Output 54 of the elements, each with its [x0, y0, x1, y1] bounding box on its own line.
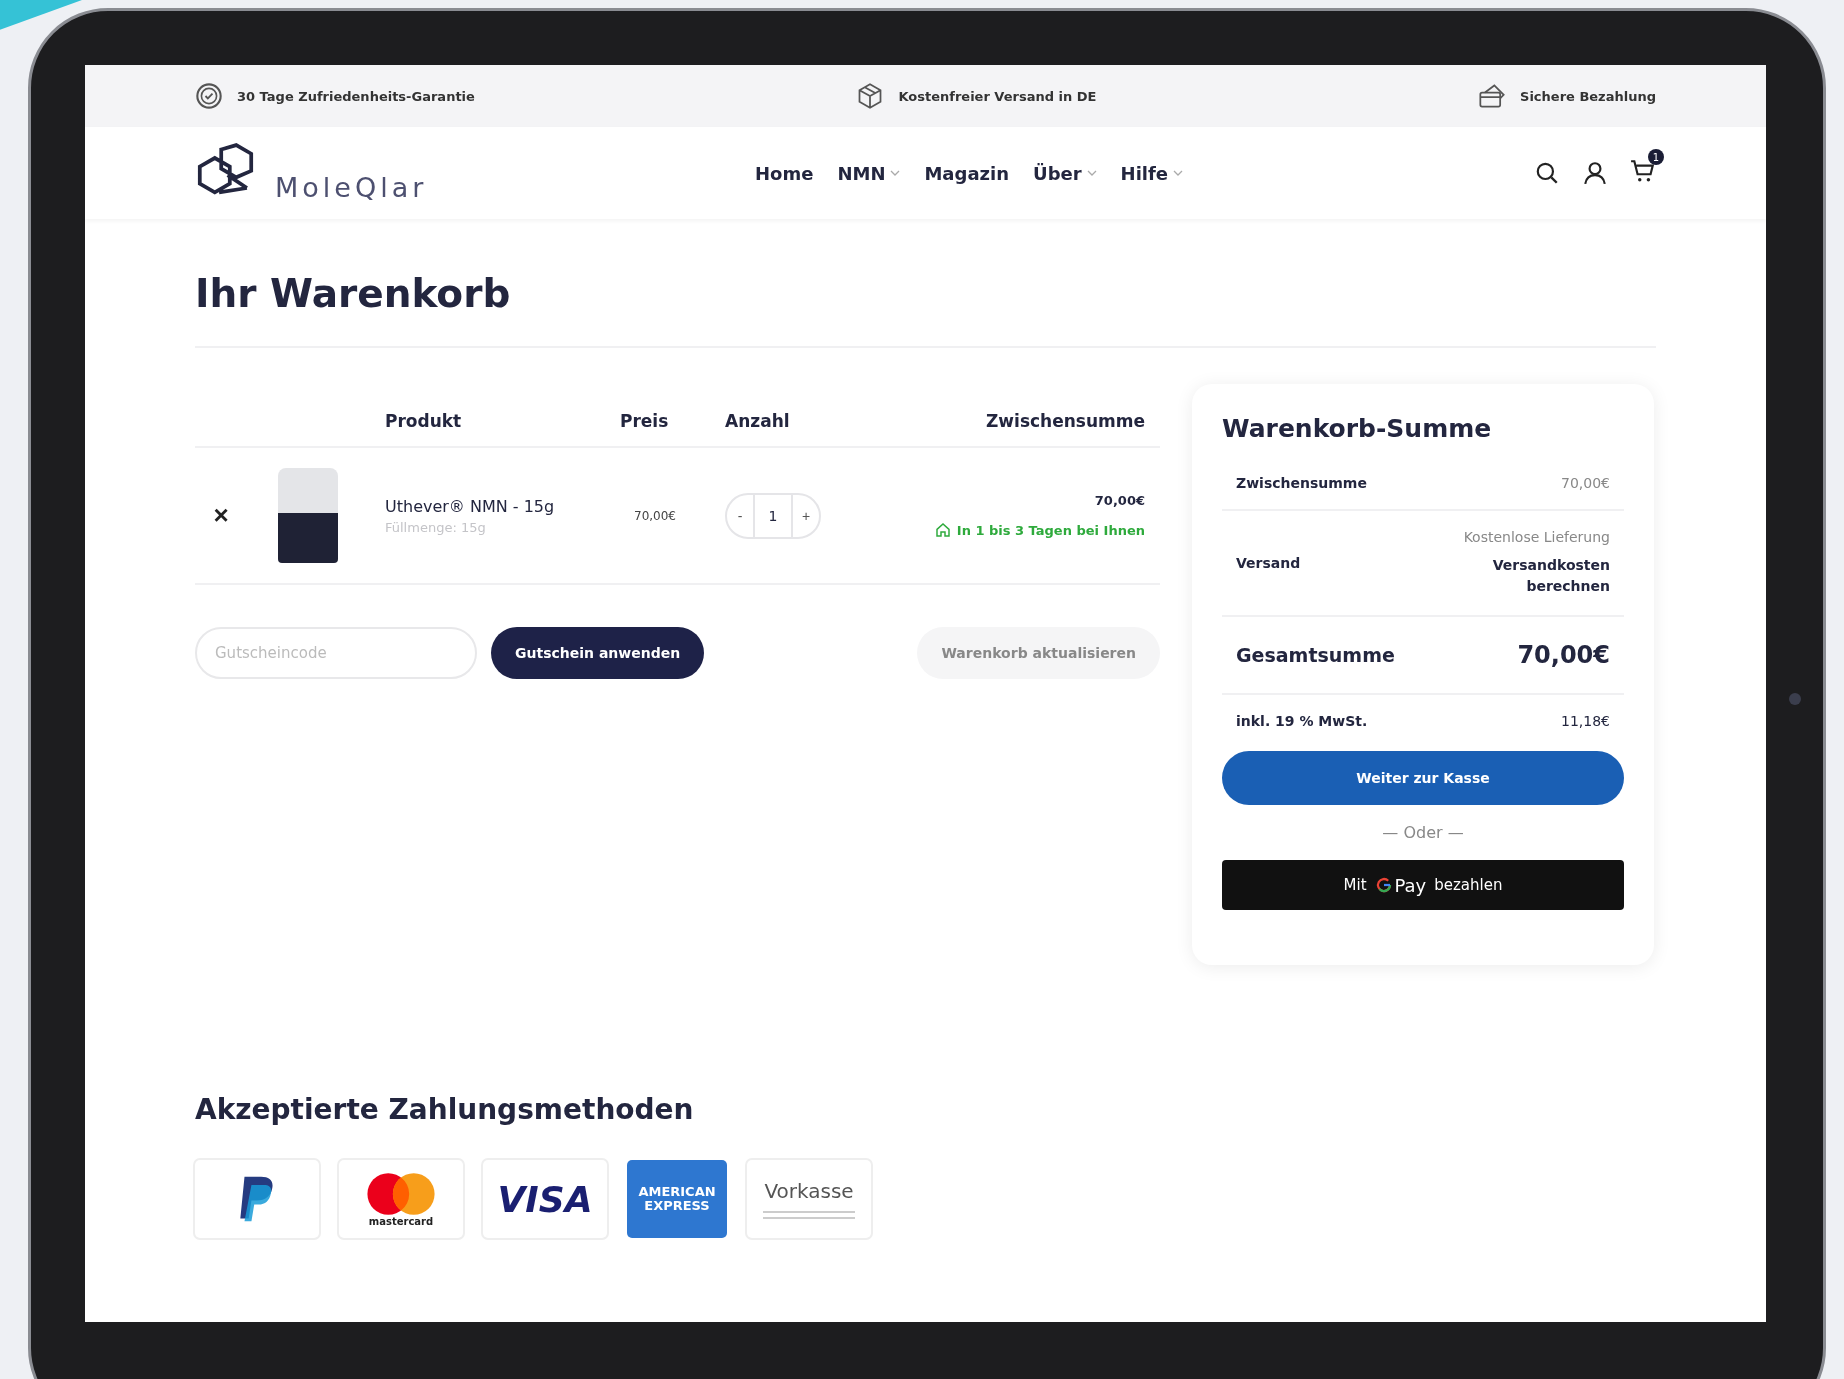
nav-link[interactable]: NMN [837, 162, 901, 184]
quantity-stepper[interactable]: - 1 + [725, 492, 821, 539]
info-text: Sichere Bezahlung [1520, 88, 1656, 104]
camera-dot [1789, 693, 1801, 705]
payment-method-text: Vorkasse [764, 1179, 854, 1203]
shipping-calculator-link[interactable]: Versandkosten berechnen [1480, 555, 1610, 597]
page-title: Ihr Warenkorb [195, 219, 1656, 348]
shipping-label: Versand [1236, 555, 1301, 571]
delivery-time: In 1 bis 3 Tagen bei Ihnen [956, 522, 1145, 538]
card-brand-text: AMERICAN EXPRESS [637, 1185, 717, 1213]
coupon-field[interactable]: Gutscheincode [195, 627, 477, 679]
nav-link[interactable]: Home [755, 162, 814, 184]
nav-link[interactable]: Magazin [924, 162, 1009, 184]
home-icon [934, 522, 951, 538]
product-name[interactable]: Uthever® NMN - 15g [385, 496, 620, 516]
product-variant: Füllmenge: 15g [385, 519, 487, 535]
total-label: Gesamtsumme [1236, 644, 1395, 666]
nav-link[interactable]: Hilfe [1120, 162, 1184, 184]
remove-button[interactable]: × [209, 500, 233, 531]
user-icon[interactable] [1582, 160, 1608, 186]
info-text: Kostenfreier Versand in DE [898, 88, 1097, 104]
column-header: Produkt [385, 411, 463, 431]
cart-count-badge: 1 [1648, 149, 1664, 165]
subtotal-value: 70,00€ [1561, 475, 1610, 491]
brand-logo-text[interactable]: MoleQlar [275, 172, 428, 203]
cart-icon[interactable] [1630, 158, 1656, 184]
search-icon[interactable] [1534, 160, 1560, 186]
or-divider-text: — Oder — [1382, 823, 1464, 842]
subtotal-label: Zwischensumme [1236, 475, 1367, 491]
column-header: Anzahl [725, 411, 791, 431]
google-pay-button[interactable]: Mit Pay bezahlen [1222, 860, 1624, 910]
row-subtotal: 70,00€ [1094, 493, 1145, 508]
summary-title: Warenkorb-Summe [1222, 414, 1493, 443]
increase-button[interactable]: + [793, 494, 819, 537]
card-brand-text: mastercard [368, 1215, 434, 1227]
check-badge-icon [195, 82, 223, 110]
total-value: 70,00€ [1517, 641, 1610, 669]
section-title: Akzeptierte Zahlungsmethoden [195, 1093, 695, 1126]
product-price: 70,00€ [633, 508, 677, 523]
card-brand-text: VISA [497, 1178, 593, 1220]
column-header: Zwischensumme [985, 411, 1146, 431]
shipping-option: Kostenlose Lieferung [1463, 529, 1610, 545]
apply-coupon-button[interactable]: Gutschein anwenden [491, 627, 705, 679]
tax-value: 11,18€ [1561, 713, 1610, 729]
column-header: Preis [620, 411, 670, 431]
g-logo-icon [1374, 876, 1393, 894]
nav-link[interactable]: Über [1033, 162, 1097, 184]
tax-label: inkl. 19 % MwSt. [1236, 713, 1368, 729]
overlapping-circles-icon [366, 1171, 436, 1216]
decrease-button[interactable]: - [727, 494, 753, 537]
info-text: 30 Tage Zufriedenheits-Garantie [237, 88, 475, 104]
checkout-button[interactable]: Weiter zur Kasse [1222, 751, 1624, 805]
quantity-value[interactable]: 1 [753, 494, 793, 537]
card-icon [1478, 82, 1507, 110]
